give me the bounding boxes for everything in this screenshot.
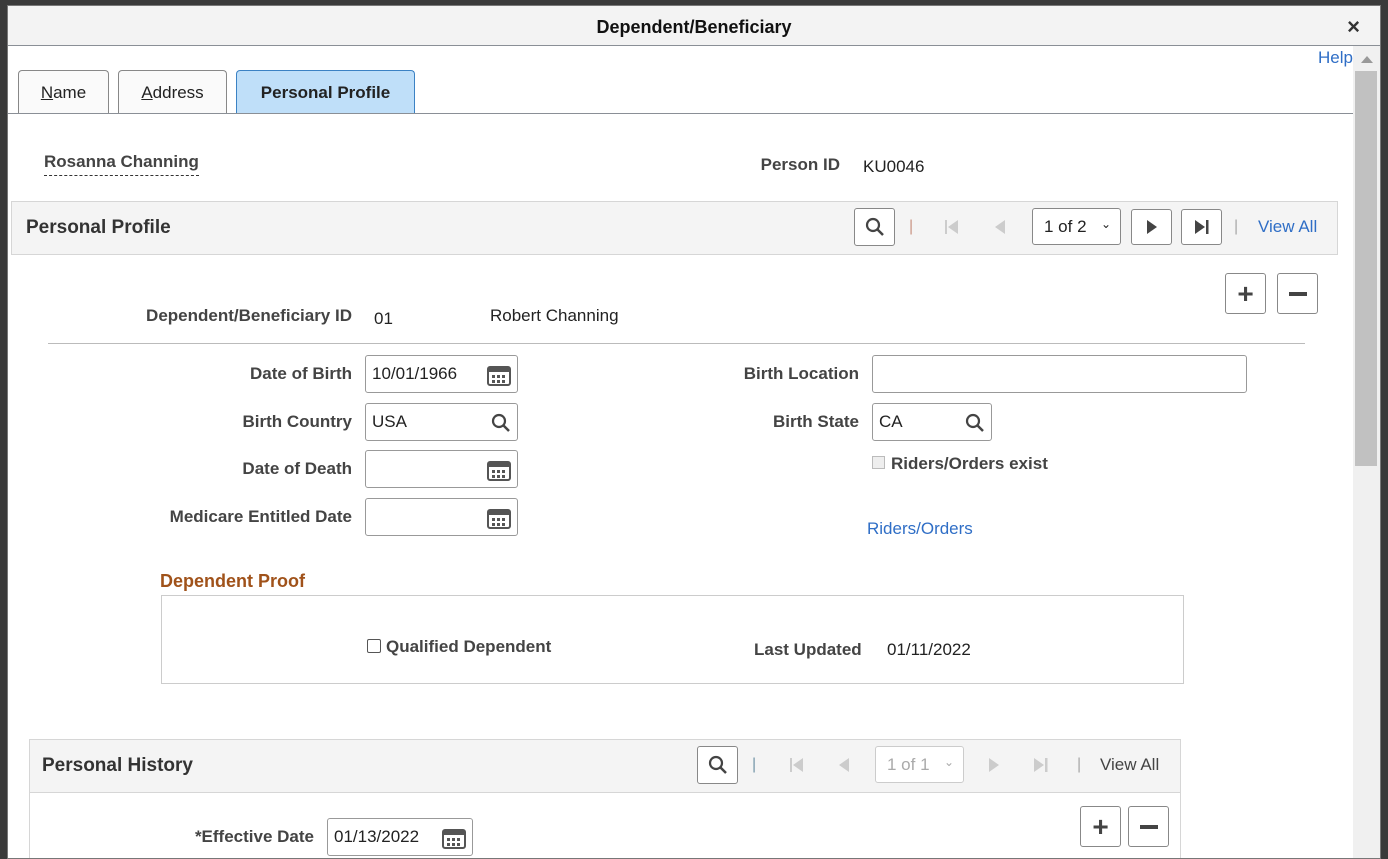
personal-history-title: Personal History — [42, 755, 193, 776]
search-icon — [708, 755, 727, 774]
birth-state-value: CA — [879, 412, 903, 431]
find-button[interactable] — [697, 746, 738, 784]
birth-country-label: Birth Country — [242, 412, 352, 431]
calendar-icon[interactable] — [487, 459, 511, 481]
last-updated-label: Last Updated — [754, 640, 862, 659]
tab-address[interactable]: Address — [118, 70, 227, 114]
birth-location-input[interactable] — [872, 355, 1247, 393]
divider — [48, 343, 1305, 344]
search-icon — [865, 217, 884, 236]
last-icon[interactable] — [1033, 757, 1049, 773]
dob-value: 10/01/1966 — [372, 364, 458, 383]
dob-label: Date of Birth — [250, 364, 352, 383]
find-button[interactable] — [854, 208, 895, 246]
dod-input[interactable] — [365, 450, 518, 488]
effective-date-label: *Effective Date — [194, 827, 314, 846]
birth-country-value: USA — [372, 412, 407, 431]
delete-row-button[interactable] — [1277, 273, 1318, 314]
dependent-proof-title: Dependent Proof — [160, 571, 306, 591]
pager-select[interactable]: 1 of 2 ⌄ — [1032, 208, 1121, 245]
tab-address-label: ddress — [152, 83, 204, 102]
riders-orders-link[interactable]: Riders/Orders — [867, 519, 973, 539]
minus-icon — [1139, 824, 1158, 829]
separator: | — [752, 756, 757, 773]
medicare-label: Medicare Entitled Date — [169, 507, 352, 526]
birth-state-label: Birth State — [773, 412, 859, 431]
personal-profile-header: Personal Profile | 1 of 2 ⌄ | View All — [11, 201, 1338, 255]
tab-address-accel: A — [141, 83, 153, 102]
tab-divider — [8, 113, 1353, 114]
delete-row-button[interactable] — [1128, 806, 1169, 847]
separator: | — [909, 218, 914, 235]
tab-personal-profile[interactable]: Personal Profile — [236, 70, 415, 114]
pager-select[interactable]: 1 of 1 ⌄ — [875, 746, 964, 783]
riders-exist-checkbox — [872, 456, 885, 469]
qualified-dependent-checkbox[interactable] — [367, 639, 381, 653]
add-row-button[interactable]: + — [1080, 806, 1121, 847]
close-icon[interactable]: × — [1347, 6, 1360, 48]
personal-history-header: Personal History | 1 of 1 ⌄ | View All — [29, 739, 1181, 793]
dep-name: Robert Channing — [490, 306, 619, 325]
dialog-title: Dependent/Beneficiary — [596, 17, 792, 37]
plus-icon: + — [1092, 810, 1109, 842]
search-icon[interactable] — [491, 413, 511, 433]
birth-location-label: Birth Location — [743, 364, 859, 383]
last-button[interactable] — [1181, 209, 1222, 245]
calendar-icon[interactable] — [487, 507, 511, 529]
next-icon — [1146, 220, 1157, 234]
dob-input[interactable]: 10/01/1966 — [365, 355, 518, 393]
minus-icon — [1288, 291, 1307, 296]
effective-date-input[interactable]: 01/13/2022 — [327, 818, 473, 856]
birth-state-input[interactable]: CA — [872, 403, 992, 441]
birth-country-input[interactable]: USA — [365, 403, 518, 441]
last-icon — [1194, 220, 1208, 234]
last-updated: 01/11/2022 — [887, 640, 971, 659]
dod-label: Date of Death — [242, 459, 352, 478]
scrollbar-thumb[interactable] — [1355, 71, 1377, 466]
person-id: KU0046 — [863, 157, 925, 176]
next-button[interactable] — [1131, 209, 1172, 245]
calendar-icon[interactable] — [487, 364, 511, 386]
medicare-input[interactable] — [365, 498, 518, 536]
plus-icon: + — [1237, 277, 1254, 309]
qualified-dependent-label: Qualified Dependent — [386, 637, 552, 656]
effective-date-value: 01/13/2022 — [334, 827, 420, 846]
tab-name-label: Name — [40, 83, 87, 102]
first-icon[interactable] — [789, 757, 805, 773]
chevron-down-icon: ⌄ — [1100, 217, 1111, 231]
person-id-label: Person ID — [760, 155, 840, 174]
help-link[interactable]: Help — [1318, 48, 1353, 68]
scroll-up-icon[interactable] — [1361, 55, 1373, 63]
next-icon[interactable] — [988, 757, 1000, 773]
pager-value: 1 of 1 — [887, 754, 930, 774]
previous-icon[interactable] — [994, 219, 1006, 235]
previous-icon[interactable] — [838, 757, 850, 773]
chevron-down-icon: ⌄ — [943, 755, 954, 769]
calendar-icon[interactable] — [442, 827, 466, 849]
tab-name[interactable]: Name — [18, 70, 109, 114]
dep-id: 01 — [374, 309, 393, 328]
add-row-button[interactable]: + — [1225, 273, 1266, 314]
separator: | — [1234, 218, 1239, 235]
view-all-link[interactable]: View All — [1100, 755, 1159, 775]
dependent-proof-box: Qualified Dependent Last Updated 01/11/2… — [161, 595, 1184, 684]
first-icon[interactable] — [944, 219, 960, 235]
dialog: Dependent/Beneficiary × Help Name Addres… — [7, 5, 1381, 859]
separator: | — [1077, 756, 1082, 773]
person-name[interactable]: Rosanna Channing — [44, 152, 199, 176]
search-icon[interactable] — [965, 413, 985, 433]
dep-id-label: Dependent/Beneficiary ID — [146, 306, 352, 325]
view-all-link[interactable]: View All — [1258, 217, 1317, 237]
personal-history-body — [29, 793, 1181, 858]
vertical-scrollbar[interactable] — [1353, 46, 1380, 858]
riders-exist-label: Riders/Orders exist — [891, 454, 1048, 473]
personal-profile-title: Personal Profile — [26, 217, 171, 238]
pager-value: 1 of 2 — [1044, 216, 1087, 236]
dialog-title-bar: Dependent/Beneficiary × — [8, 6, 1380, 46]
